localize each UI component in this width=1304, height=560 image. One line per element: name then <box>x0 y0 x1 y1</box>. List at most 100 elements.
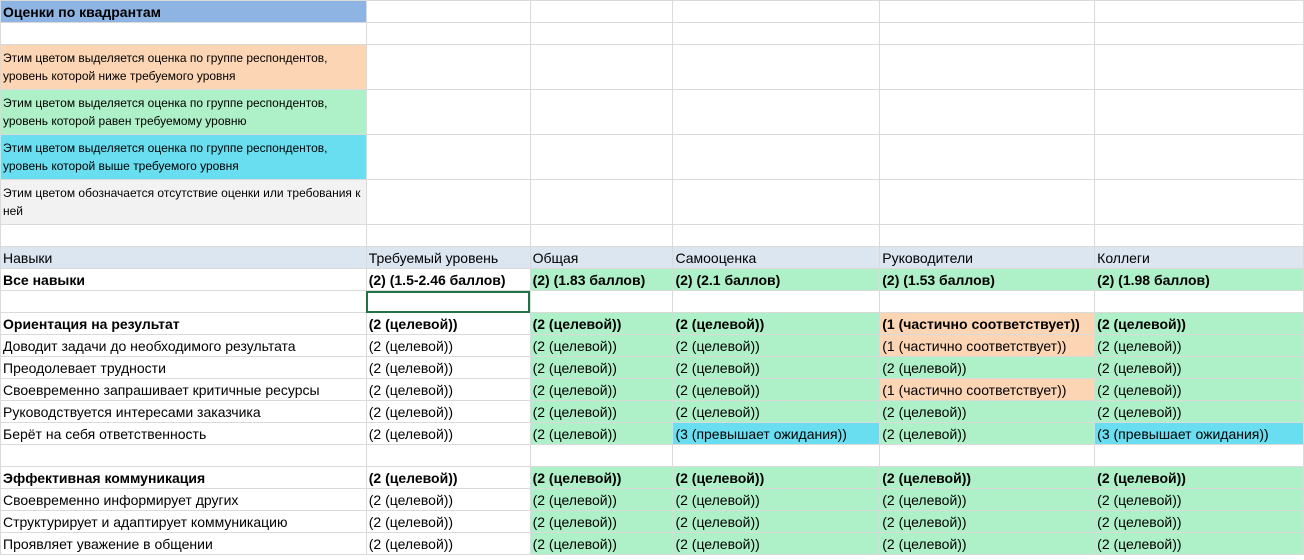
score-cell[interactable]: (2 (целевой)) <box>672 532 881 555</box>
score-cell[interactable]: (2 (целевой)) <box>365 356 531 379</box>
score-cell[interactable]: (2 (целевой)) <box>1094 532 1304 555</box>
skill-label[interactable]: Проявляет уважение в общении <box>0 532 367 555</box>
empty-cell[interactable] <box>879 290 1096 313</box>
empty-cell[interactable] <box>879 444 1096 467</box>
score-cell[interactable]: (2 (целевой)) <box>529 532 674 555</box>
empty-cell[interactable] <box>672 22 881 45</box>
empty-cell[interactable] <box>0 444 367 467</box>
empty-cell[interactable] <box>1094 179 1304 225</box>
empty-cell[interactable] <box>529 0 674 23</box>
row-label[interactable]: Все навыки <box>0 268 367 291</box>
column-header[interactable]: Навыки <box>0 246 367 269</box>
score-cell[interactable]: (2 (целевой)) <box>879 488 1096 511</box>
empty-cell[interactable] <box>672 89 881 135</box>
score-cell[interactable]: (2 (целевой)) <box>529 422 674 445</box>
score-cell[interactable]: (2 (целевой)) <box>672 312 881 335</box>
score-cell[interactable]: (2 (целевой)) <box>365 488 531 511</box>
score-cell[interactable]: (2) (1.98 баллов) <box>1094 268 1304 291</box>
score-cell[interactable]: (2 (целевой)) <box>365 510 531 533</box>
score-cell[interactable]: (2 (целевой)) <box>1094 400 1304 423</box>
score-cell[interactable]: (2 (целевой)) <box>529 510 674 533</box>
score-cell[interactable]: (2 (целевой)) <box>529 312 674 335</box>
score-cell[interactable]: (2 (целевой)) <box>879 466 1096 489</box>
empty-cell[interactable] <box>529 22 674 45</box>
score-cell[interactable]: (2) (1.83 баллов) <box>529 268 674 291</box>
empty-cell[interactable] <box>529 290 674 313</box>
legend-item[interactable]: Этим цветом выделяется оценка по группе … <box>0 89 367 135</box>
column-header[interactable]: Руководители <box>879 246 1096 269</box>
empty-cell[interactable] <box>672 134 881 180</box>
score-cell[interactable]: (2 (целевой)) <box>529 488 674 511</box>
legend-item[interactable]: Этим цветом обозначается отсутствие оцен… <box>0 179 367 225</box>
empty-cell[interactable] <box>879 89 1096 135</box>
empty-cell[interactable] <box>879 179 1096 225</box>
score-cell[interactable]: (2 (целевой)) <box>672 378 881 401</box>
score-cell[interactable]: (2 (целевой)) <box>672 466 881 489</box>
score-cell[interactable]: (3 (превышает ожидания)) <box>672 422 881 445</box>
score-cell[interactable]: (2 (целевой)) <box>529 356 674 379</box>
empty-cell[interactable] <box>365 89 531 135</box>
empty-cell[interactable] <box>365 224 531 247</box>
empty-cell[interactable] <box>672 0 881 23</box>
score-cell[interactable]: (2 (целевой)) <box>879 400 1096 423</box>
score-cell[interactable]: (2 (целевой)) <box>879 356 1096 379</box>
empty-cell[interactable] <box>0 224 367 247</box>
empty-cell[interactable] <box>1094 134 1304 180</box>
empty-cell[interactable] <box>1094 89 1304 135</box>
empty-cell[interactable] <box>672 44 881 90</box>
score-cell[interactable]: (2 (целевой)) <box>879 532 1096 555</box>
skill-label[interactable]: Руководствуется интересами заказчика <box>0 400 367 423</box>
sheet-title[interactable]: Оценки по квадрантам <box>0 0 367 23</box>
empty-cell[interactable] <box>0 290 367 313</box>
score-cell[interactable]: (2 (целевой)) <box>529 378 674 401</box>
empty-cell[interactable] <box>879 0 1096 23</box>
empty-cell[interactable] <box>1094 44 1304 90</box>
score-cell[interactable]: (2 (целевой)) <box>879 510 1096 533</box>
empty-cell[interactable] <box>365 179 531 225</box>
skill-label[interactable]: Своевременно запрашивает критичные ресур… <box>0 378 367 401</box>
group-title[interactable]: Эффективная коммуникация <box>0 466 367 489</box>
legend-item[interactable]: Этим цветом выделяется оценка по группе … <box>0 44 367 90</box>
empty-cell[interactable] <box>1094 22 1304 45</box>
empty-cell[interactable] <box>1094 290 1304 313</box>
score-cell[interactable]: (2 (целевой)) <box>529 466 674 489</box>
skill-label[interactable]: Берёт на себя ответственность <box>0 422 367 445</box>
score-cell[interactable]: (2 (целевой)) <box>365 334 531 357</box>
empty-cell[interactable] <box>365 44 531 90</box>
empty-cell[interactable] <box>879 134 1096 180</box>
score-cell[interactable]: (2 (целевой)) <box>672 488 881 511</box>
score-cell[interactable]: (2 (целевой)) <box>672 356 881 379</box>
score-cell[interactable]: (2 (целевой)) <box>529 334 674 357</box>
score-cell[interactable]: (2) (1.5-2.46 баллов) <box>365 268 531 291</box>
skill-label[interactable]: Доводит задачи до необходимого результат… <box>0 334 367 357</box>
score-cell[interactable]: (3 (превышает ожидания)) <box>1094 422 1304 445</box>
selected-cell[interactable] <box>365 290 531 313</box>
empty-cell[interactable] <box>672 224 881 247</box>
score-cell[interactable]: (2 (целевой)) <box>365 400 531 423</box>
empty-cell[interactable] <box>365 0 531 23</box>
score-cell[interactable]: (2 (целевой)) <box>365 532 531 555</box>
empty-cell[interactable] <box>1094 0 1304 23</box>
score-cell[interactable]: (2 (целевой)) <box>529 400 674 423</box>
score-cell[interactable]: (2 (целевой)) <box>1094 466 1304 489</box>
score-cell[interactable]: (2 (целевой)) <box>1094 510 1304 533</box>
score-cell[interactable]: (2 (целевой)) <box>1094 378 1304 401</box>
empty-cell[interactable] <box>672 444 881 467</box>
empty-cell[interactable] <box>672 179 881 225</box>
empty-cell[interactable] <box>0 22 367 45</box>
skill-label[interactable]: Структурирует и адаптирует коммуникацию <box>0 510 367 533</box>
empty-cell[interactable] <box>529 44 674 90</box>
empty-cell[interactable] <box>672 290 881 313</box>
score-cell[interactable]: (2 (целевой)) <box>1094 356 1304 379</box>
column-header[interactable]: Коллеги <box>1094 246 1304 269</box>
skill-label[interactable]: Своевременно информирует других <box>0 488 367 511</box>
empty-cell[interactable] <box>529 444 674 467</box>
score-cell[interactable]: (2 (целевой)) <box>672 334 881 357</box>
column-header[interactable]: Общая <box>529 246 674 269</box>
empty-cell[interactable] <box>1094 444 1304 467</box>
score-cell[interactable]: (1 (частично соответствует)) <box>879 334 1096 357</box>
column-header[interactable]: Самооценка <box>672 246 881 269</box>
score-cell[interactable]: (2) (2.1 баллов) <box>672 268 881 291</box>
score-cell[interactable]: (1 (частично соответствует)) <box>879 378 1096 401</box>
empty-cell[interactable] <box>1094 224 1304 247</box>
